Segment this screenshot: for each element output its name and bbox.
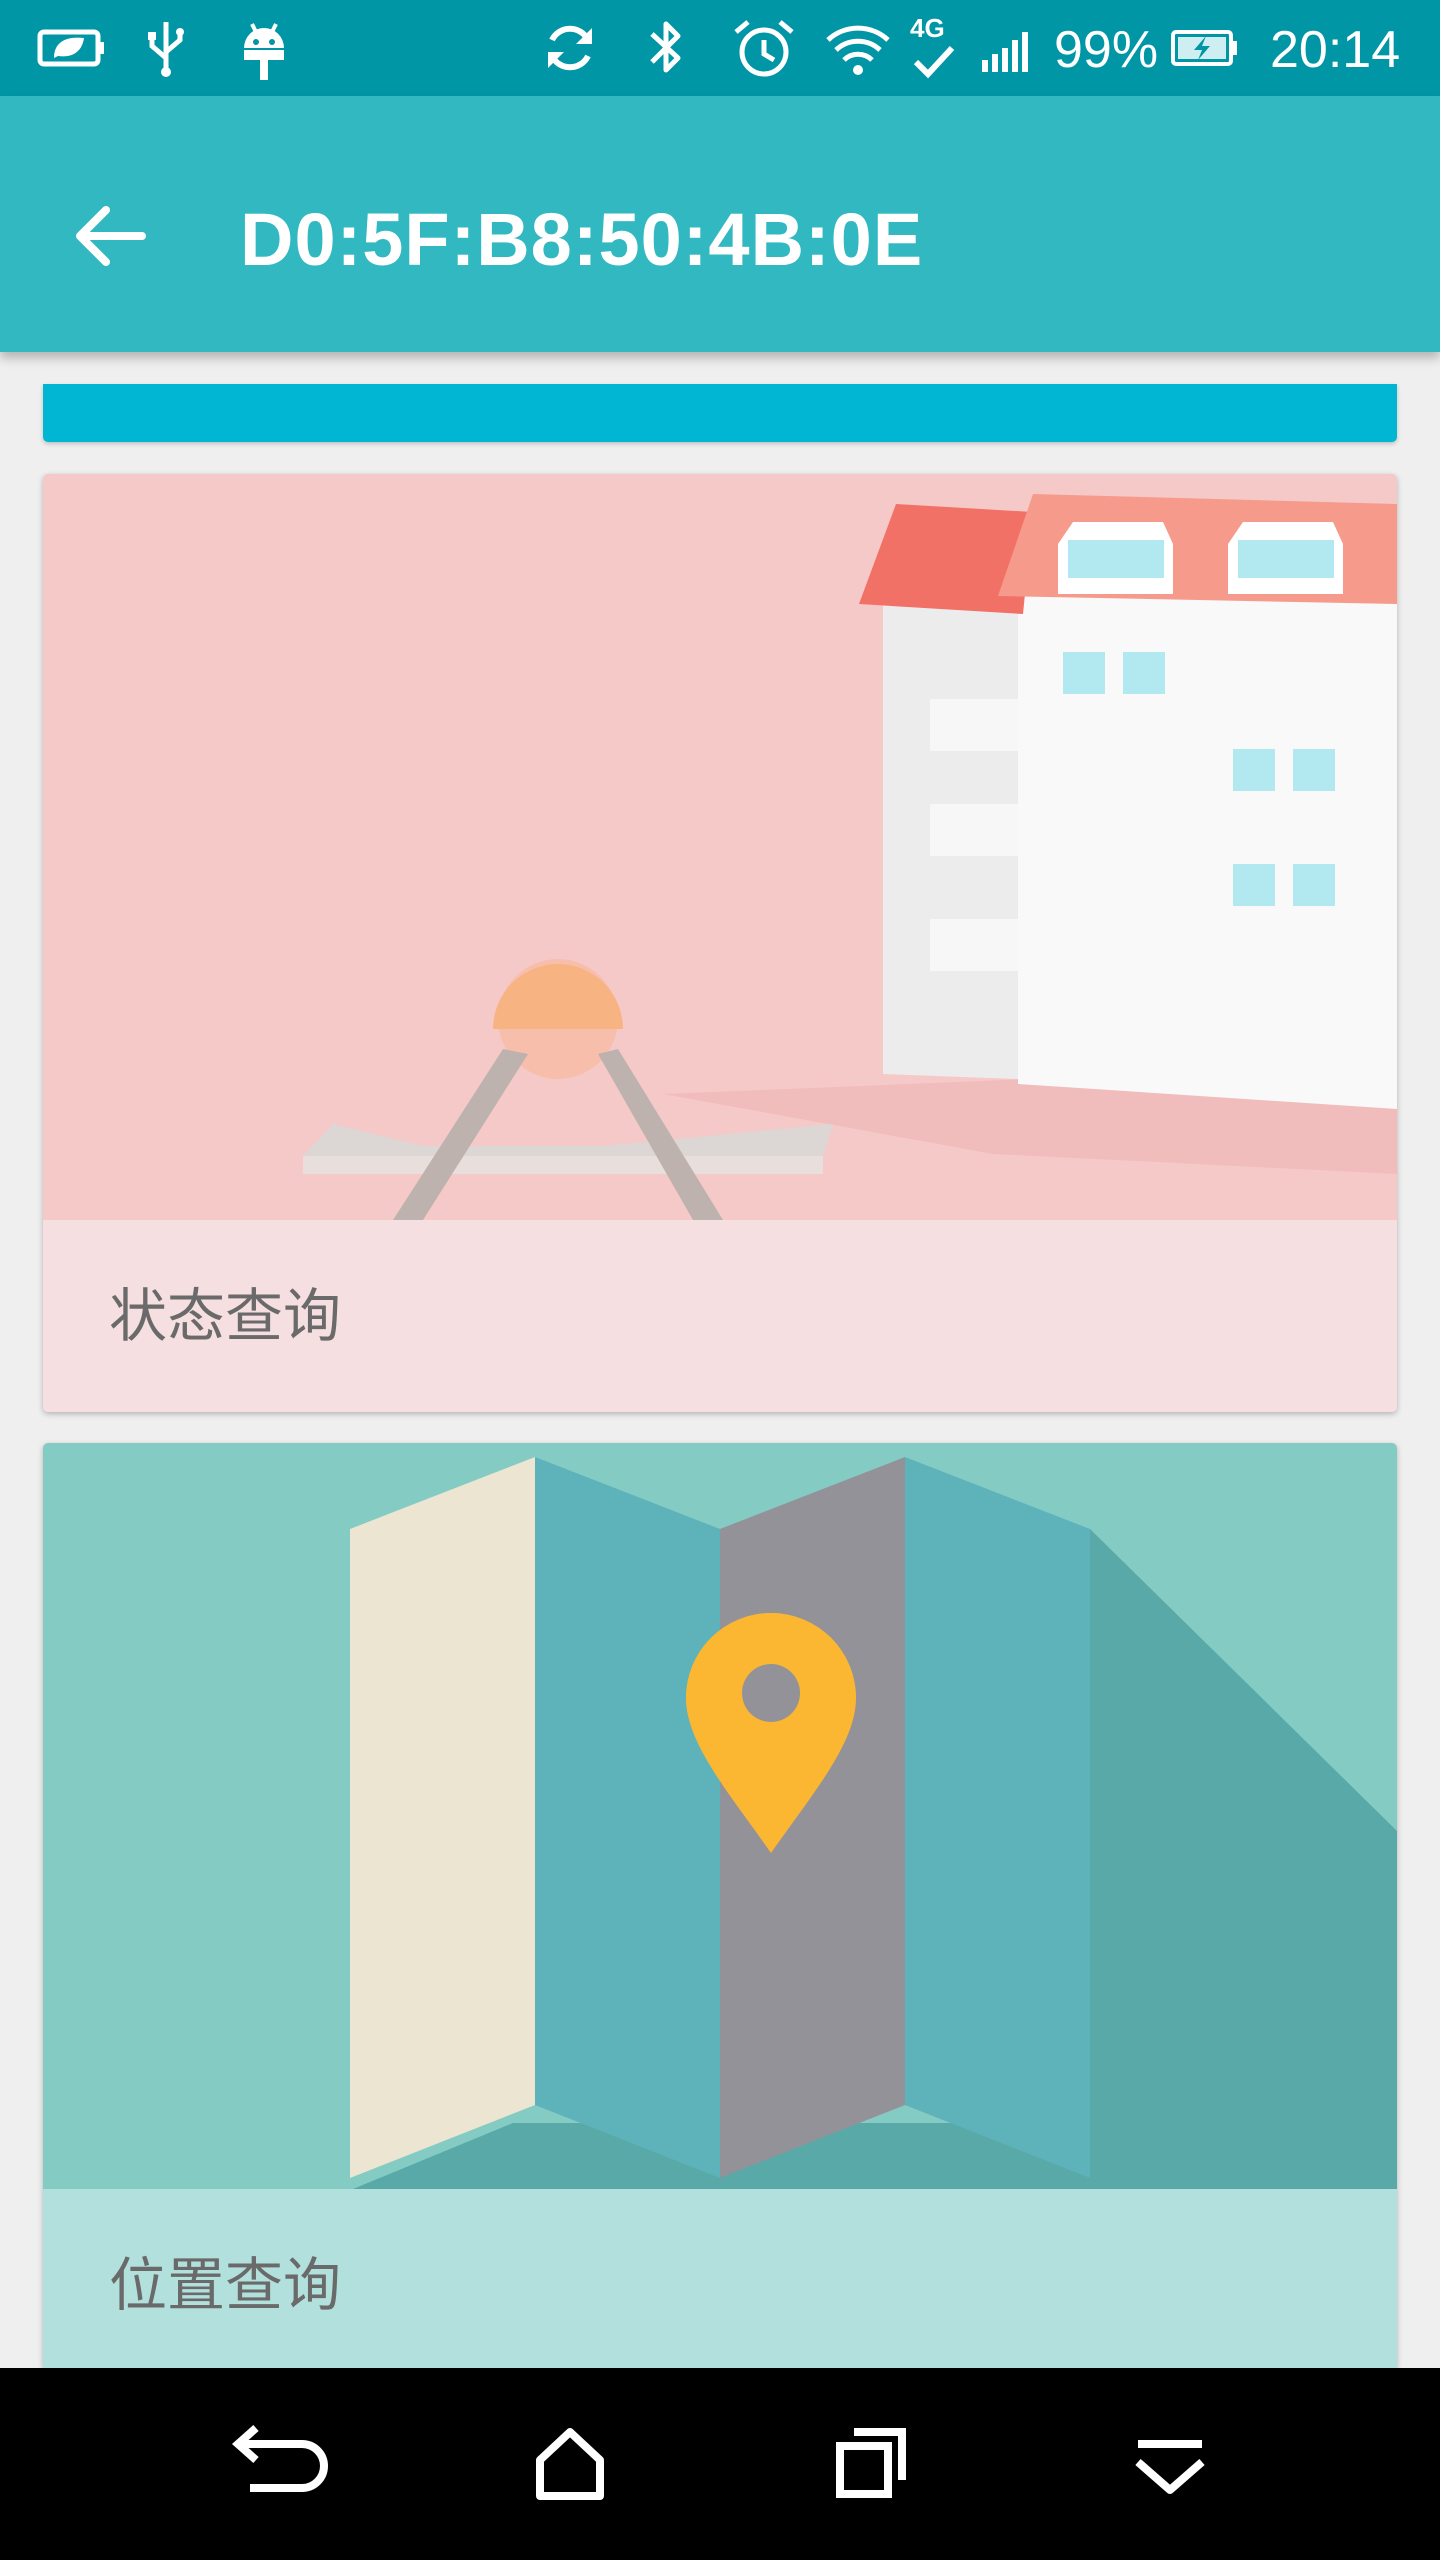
nav-home-button[interactable] xyxy=(510,2404,630,2524)
battery-saver-icon xyxy=(37,29,104,67)
home-icon xyxy=(536,2428,604,2500)
app-bar: D0:5F:B8:50:4B:0E xyxy=(0,96,1440,352)
bluetooth-icon xyxy=(650,21,681,73)
card-label: 状态查询 xyxy=(109,1282,342,1350)
status-bar: 4G 99% 20:14 xyxy=(0,0,1440,96)
back-button[interactable] xyxy=(60,184,164,288)
folded-map-illustration xyxy=(43,1443,1397,2189)
battery-charging-icon xyxy=(1171,30,1237,66)
battery-percent: 99% xyxy=(1054,21,1159,79)
previous-card-edge[interactable] xyxy=(43,384,1397,442)
usb-icon xyxy=(148,22,184,77)
card-label: 位置查询 xyxy=(109,2251,342,2319)
clock: 20:14 xyxy=(1270,21,1401,79)
navigation-bar xyxy=(0,2368,1440,2560)
arrow-back-icon xyxy=(76,206,146,266)
building-illustration xyxy=(43,474,1397,1220)
status-query-card[interactable]: 状态查询 xyxy=(43,474,1397,1412)
wifi-icon xyxy=(826,25,890,75)
network-label: 4G xyxy=(910,13,945,43)
location-query-card[interactable]: 位置查询 xyxy=(43,1443,1397,2368)
recents-icon xyxy=(836,2428,906,2498)
hide-nav-icon xyxy=(1135,2440,1205,2494)
page-title: D0:5F:B8:50:4B:0E xyxy=(240,198,924,281)
nav-back-button[interactable] xyxy=(210,2404,330,2524)
location-query-caption: 位置查询 xyxy=(43,2189,1397,2368)
status-query-caption: 状态查询 xyxy=(43,1220,1397,1412)
back-icon xyxy=(231,2425,328,2492)
signal-icon xyxy=(982,32,1028,72)
alarm-icon xyxy=(734,20,794,77)
sync-icon xyxy=(548,25,592,71)
nav-hide-button[interactable] xyxy=(1110,2404,1230,2524)
lte-icon: 4G xyxy=(908,14,958,84)
nav-recents-button[interactable] xyxy=(810,2404,930,2524)
android-debug-icon xyxy=(244,23,284,80)
